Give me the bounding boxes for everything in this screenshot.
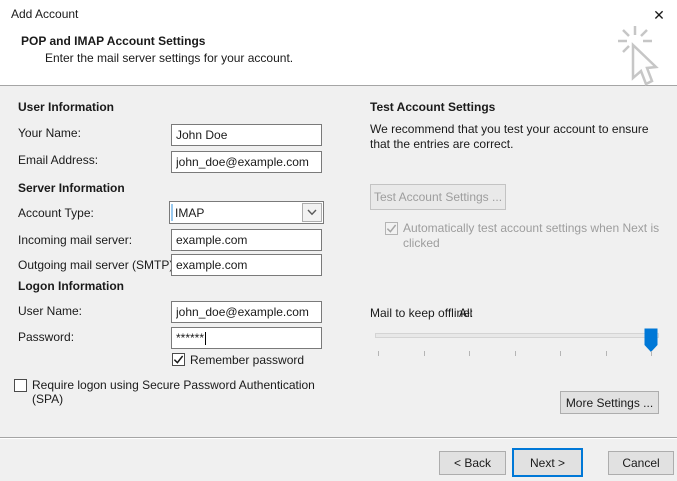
- test-account-settings-button[interactable]: Test Account Settings ...: [370, 184, 506, 210]
- add-account-dialog: { "window": { "title": "Add Account", "c…: [0, 0, 677, 481]
- outgoing-server-input[interactable]: [171, 254, 322, 276]
- section-logon-information: Logon Information: [18, 279, 124, 293]
- auto-test-checkbox[interactable]: [385, 222, 398, 235]
- auto-test-label[interactable]: Automatically test account settings when…: [403, 221, 665, 251]
- slider-tick: [560, 351, 561, 356]
- slider-tick: [378, 351, 379, 356]
- remember-password-checkbox[interactable]: [172, 353, 185, 366]
- outgoing-server-label: Outgoing mail server (SMTP):: [18, 258, 177, 272]
- chevron-down-icon[interactable]: [302, 203, 322, 222]
- test-account-description: We recommend that you test your account …: [370, 122, 649, 151]
- section-test-account-settings: Test Account Settings: [370, 100, 496, 114]
- email-address-input[interactable]: [171, 151, 322, 173]
- password-label: Password:: [18, 330, 75, 344]
- cursor-click-icon: [618, 26, 659, 86]
- combo-caret: [171, 204, 173, 221]
- offline-slider-thumb[interactable]: [644, 328, 658, 353]
- text-caret: [205, 331, 207, 345]
- account-type-value: IMAP: [175, 205, 205, 220]
- incoming-server-label: Incoming mail server:: [18, 233, 133, 247]
- next-button[interactable]: Next >: [512, 448, 583, 477]
- section-user-information: User Information: [18, 100, 115, 114]
- mail-offline-label: Mail to keep offline:: [370, 306, 474, 320]
- slider-tick: [606, 351, 607, 356]
- user-name-label: User Name:: [18, 304, 83, 318]
- wizard-header: Add Account ✕ POP and IMAP Account Setti…: [0, 0, 677, 86]
- mail-offline-value: All: [459, 306, 473, 320]
- page-title: POP and IMAP Account Settings: [21, 34, 206, 48]
- your-name-label: Your Name:: [18, 126, 81, 140]
- cancel-button[interactable]: Cancel: [608, 451, 674, 475]
- account-type-label: Account Type:: [18, 206, 94, 220]
- incoming-server-input[interactable]: [171, 229, 322, 251]
- account-type-select[interactable]: IMAP: [169, 201, 324, 224]
- check-icon: [386, 224, 397, 233]
- password-masked-value: ******: [176, 331, 205, 345]
- slider-tick: [469, 351, 470, 356]
- offline-slider-track[interactable]: [375, 333, 659, 338]
- page-subtitle: Enter the mail server settings for your …: [45, 51, 294, 65]
- password-input[interactable]: ******: [171, 327, 322, 349]
- your-name-input[interactable]: [171, 124, 322, 146]
- section-server-information: Server Information: [18, 181, 125, 195]
- remember-password-label[interactable]: Remember password: [190, 353, 304, 367]
- email-address-label: Email Address:: [18, 153, 99, 167]
- user-name-input[interactable]: [171, 301, 322, 323]
- window-title: Add Account: [11, 7, 79, 21]
- spa-label[interactable]: Require logon using Secure Password Auth…: [32, 378, 330, 406]
- slider-tick: [515, 351, 516, 356]
- spa-checkbox[interactable]: [14, 379, 27, 392]
- back-button[interactable]: < Back: [439, 451, 506, 475]
- check-icon: [173, 355, 184, 364]
- slider-tick: [651, 351, 652, 356]
- more-settings-button[interactable]: More Settings ...: [560, 391, 659, 414]
- close-icon[interactable]: ✕: [646, 4, 672, 26]
- slider-tick: [424, 351, 425, 356]
